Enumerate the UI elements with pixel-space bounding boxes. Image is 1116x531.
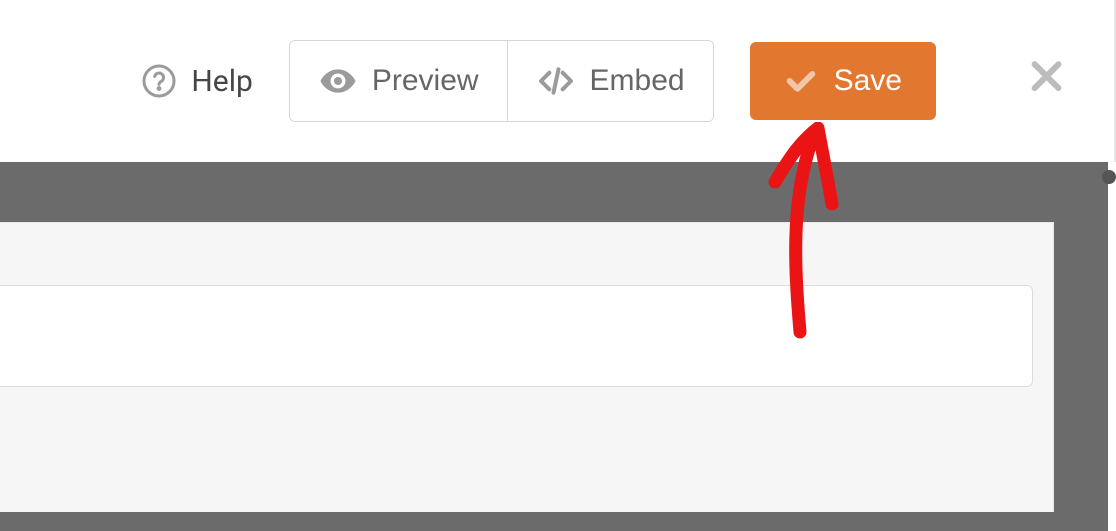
close-button[interactable] xyxy=(1014,45,1082,117)
save-label: Save xyxy=(834,64,902,98)
preview-label: Preview xyxy=(372,64,479,98)
editor-frame xyxy=(0,162,1108,531)
toolbar: Help Preview xyxy=(113,40,1104,122)
eye-icon xyxy=(318,61,358,101)
button-group: Preview Embed xyxy=(289,40,714,122)
input-field[interactable] xyxy=(0,285,1033,387)
content-pane xyxy=(0,222,1054,512)
preview-button[interactable]: Preview xyxy=(290,41,507,121)
save-button[interactable]: Save xyxy=(750,42,936,120)
check-icon xyxy=(784,64,818,98)
indicator-dot xyxy=(1102,170,1116,184)
code-icon xyxy=(536,61,576,101)
embed-button[interactable]: Embed xyxy=(507,41,713,121)
top-bar: Help Preview xyxy=(0,0,1116,162)
embed-label: Embed xyxy=(590,64,685,98)
help-icon xyxy=(141,63,177,99)
help-button[interactable]: Help xyxy=(113,45,280,117)
help-label: Help xyxy=(191,64,252,99)
close-icon xyxy=(1024,55,1072,103)
